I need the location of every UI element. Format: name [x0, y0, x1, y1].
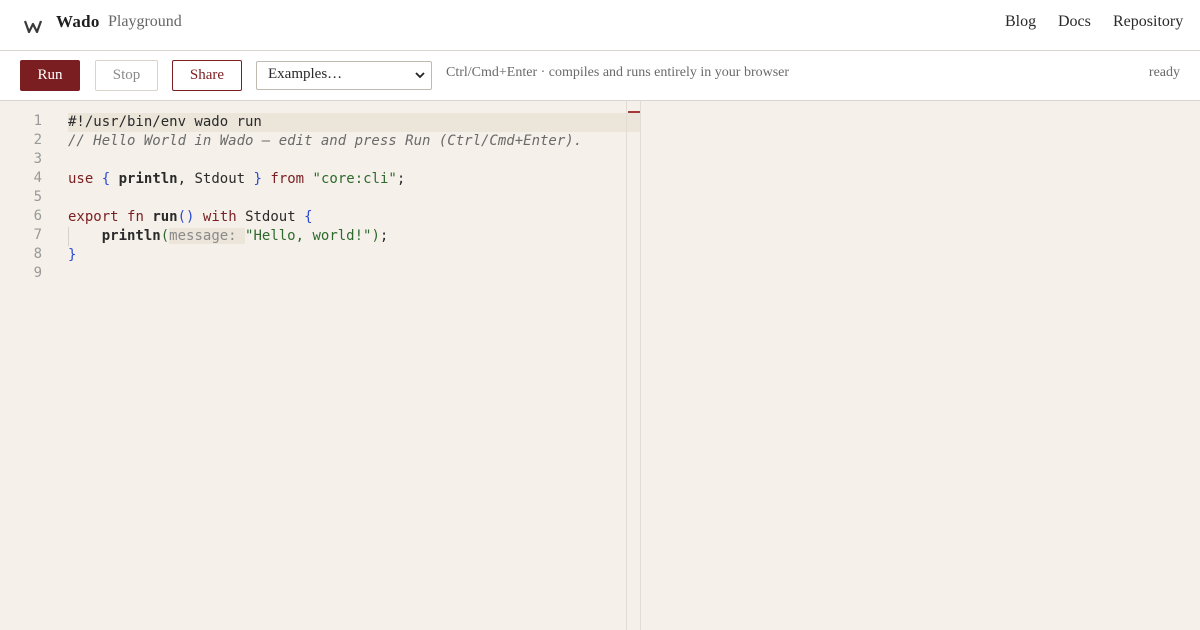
- brand-subtitle: Playground: [108, 13, 182, 30]
- keyword-with: with: [202, 209, 237, 225]
- line-number: 4: [33, 170, 42, 186]
- string-token: "Hello, world!": [245, 228, 372, 244]
- identifier-stdout: Stdout: [245, 209, 296, 225]
- identifier-println: println: [118, 171, 178, 187]
- line-number: 8: [33, 246, 42, 262]
- code-line-1: #!/usr/bin/env wado run: [68, 113, 262, 132]
- code-line-7: println(message: "Hello, world!");: [68, 227, 388, 246]
- keyword-use: use: [68, 171, 94, 187]
- code-editor[interactable]: 1 2 3 4 5 6 7 8 9 #!/usr/bin/env wado ru…: [0, 101, 641, 630]
- brand-name[interactable]: Wado: [56, 12, 100, 32]
- playground-toolbar: Run Stop Share Examples… Ctrl/Cmd+Enter …: [0, 51, 1200, 101]
- string-token: "core:cli": [312, 171, 397, 187]
- identifier-run: run: [152, 209, 178, 225]
- brace-token: {: [304, 209, 313, 225]
- run-button[interactable]: Run: [20, 60, 80, 91]
- code-line-4: use { println, Stdout } from "core:cli";: [68, 170, 405, 189]
- semicolon-token: ;: [379, 228, 389, 244]
- brace-token: }: [68, 247, 77, 263]
- wado-logo-icon[interactable]: [24, 13, 44, 37]
- keyword-from: from: [270, 171, 305, 187]
- share-button[interactable]: Share: [172, 60, 242, 91]
- code-line-2: // Hello World in Wado — edit and press …: [68, 132, 582, 151]
- line-number: 3: [33, 151, 42, 167]
- output-panel: [641, 101, 1200, 630]
- examples-select[interactable]: Examples…: [256, 61, 432, 90]
- chevron-down-icon: [415, 72, 425, 79]
- parameter-hint: message:: [169, 228, 246, 244]
- stop-button[interactable]: Stop: [95, 60, 158, 91]
- code-line-6: export fn run() with Stdout {: [68, 208, 313, 227]
- shebang-token: #!/usr/bin/env wado run: [68, 114, 262, 130]
- paren-token: ): [371, 228, 380, 244]
- scroll-marker: [628, 111, 640, 113]
- keyword-fn: fn: [127, 209, 144, 225]
- examples-select-value: Examples…: [268, 66, 343, 82]
- identifier-stdout: Stdout: [194, 171, 246, 187]
- keyword-export: export: [68, 209, 119, 225]
- keyboard-hint: Ctrl/Cmd+Enter · compiles and runs entir…: [446, 65, 790, 80]
- line-number: 5: [33, 189, 42, 205]
- line-number: 9: [33, 265, 42, 281]
- code-line-8: }: [68, 246, 76, 265]
- line-number: 7: [33, 227, 42, 243]
- identifier-println: println: [101, 228, 161, 244]
- paren-token: (: [160, 228, 170, 244]
- nav-link-docs[interactable]: Docs: [1058, 13, 1091, 31]
- parens-token: (): [177, 209, 195, 225]
- editor-scrollbar[interactable]: [626, 101, 641, 630]
- nav-link-repository[interactable]: Repository: [1113, 13, 1183, 31]
- comment-token: // Hello World in Wado — edit and press …: [68, 133, 583, 149]
- brace-token: }: [253, 171, 262, 187]
- semicolon-token: ;: [396, 171, 406, 187]
- line-number: 6: [33, 208, 42, 224]
- status-indicator: ready: [1148, 65, 1180, 80]
- nav-link-blog[interactable]: Blog: [1005, 13, 1036, 31]
- comma-token: ,: [177, 171, 187, 187]
- line-number: 2: [33, 132, 42, 148]
- line-number: 1: [33, 113, 42, 129]
- brace-token: {: [101, 171, 111, 187]
- top-navigation-bar: Wado Playground Blog Docs Repository: [0, 0, 1200, 51]
